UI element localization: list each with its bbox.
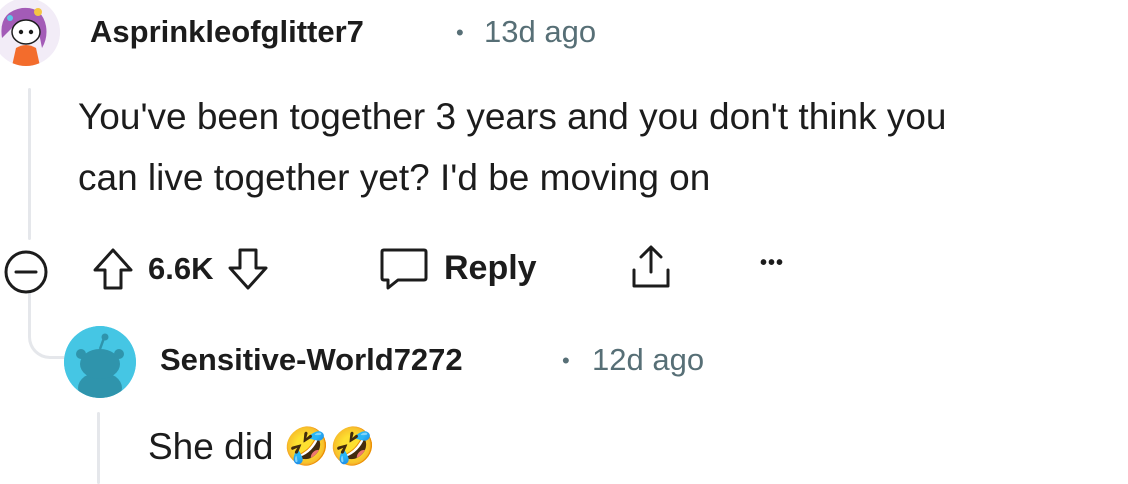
collapse-icon <box>4 250 48 294</box>
reply-label: Reply <box>444 248 537 287</box>
vote-controls: 6.6K <box>90 246 271 292</box>
meta-separator: • <box>456 20 464 45</box>
comment-text-line-1: You've been together 3 years and you don… <box>78 96 947 137</box>
reply-meta-separator: • <box>562 348 570 373</box>
rofl-emoji: 🤣🤣 <box>283 426 376 467</box>
reply-timestamp[interactable]: 12d ago <box>592 342 704 378</box>
reply-text: She did 🤣🤣 <box>148 416 376 477</box>
more-options-icon: ••• <box>760 252 785 274</box>
upvote-arrow-icon <box>93 248 133 290</box>
upvote-button[interactable] <box>90 246 136 292</box>
reply-username[interactable]: Sensitive-World7272 <box>160 342 463 378</box>
reply-text-content: She did <box>148 426 274 467</box>
reply-bubble-icon <box>380 248 428 290</box>
default-snoo-icon <box>64 326 136 398</box>
reply-thread-line <box>97 412 100 484</box>
avatar-sensitive-world7272[interactable] <box>64 326 136 398</box>
collapse-button[interactable] <box>2 248 50 296</box>
share-button[interactable] <box>626 242 676 292</box>
reply-button[interactable]: Reply <box>378 244 537 292</box>
comment-timestamp[interactable]: 13d ago <box>484 14 596 50</box>
more-options-button[interactable]: ••• <box>760 252 784 275</box>
thread-line <box>28 88 31 240</box>
downvote-arrow-icon <box>228 248 268 290</box>
downvote-button[interactable] <box>225 246 271 292</box>
vote-count: 6.6K <box>148 251 214 286</box>
comment-username[interactable]: Asprinkleofglitter7 <box>90 14 364 50</box>
snoo-avatar-icon <box>0 0 60 66</box>
comment-text-line-2: can live together yet? I'd be moving on <box>78 157 711 198</box>
avatar-asprinkleofglitter7[interactable] <box>0 0 60 66</box>
share-icon <box>632 245 670 288</box>
